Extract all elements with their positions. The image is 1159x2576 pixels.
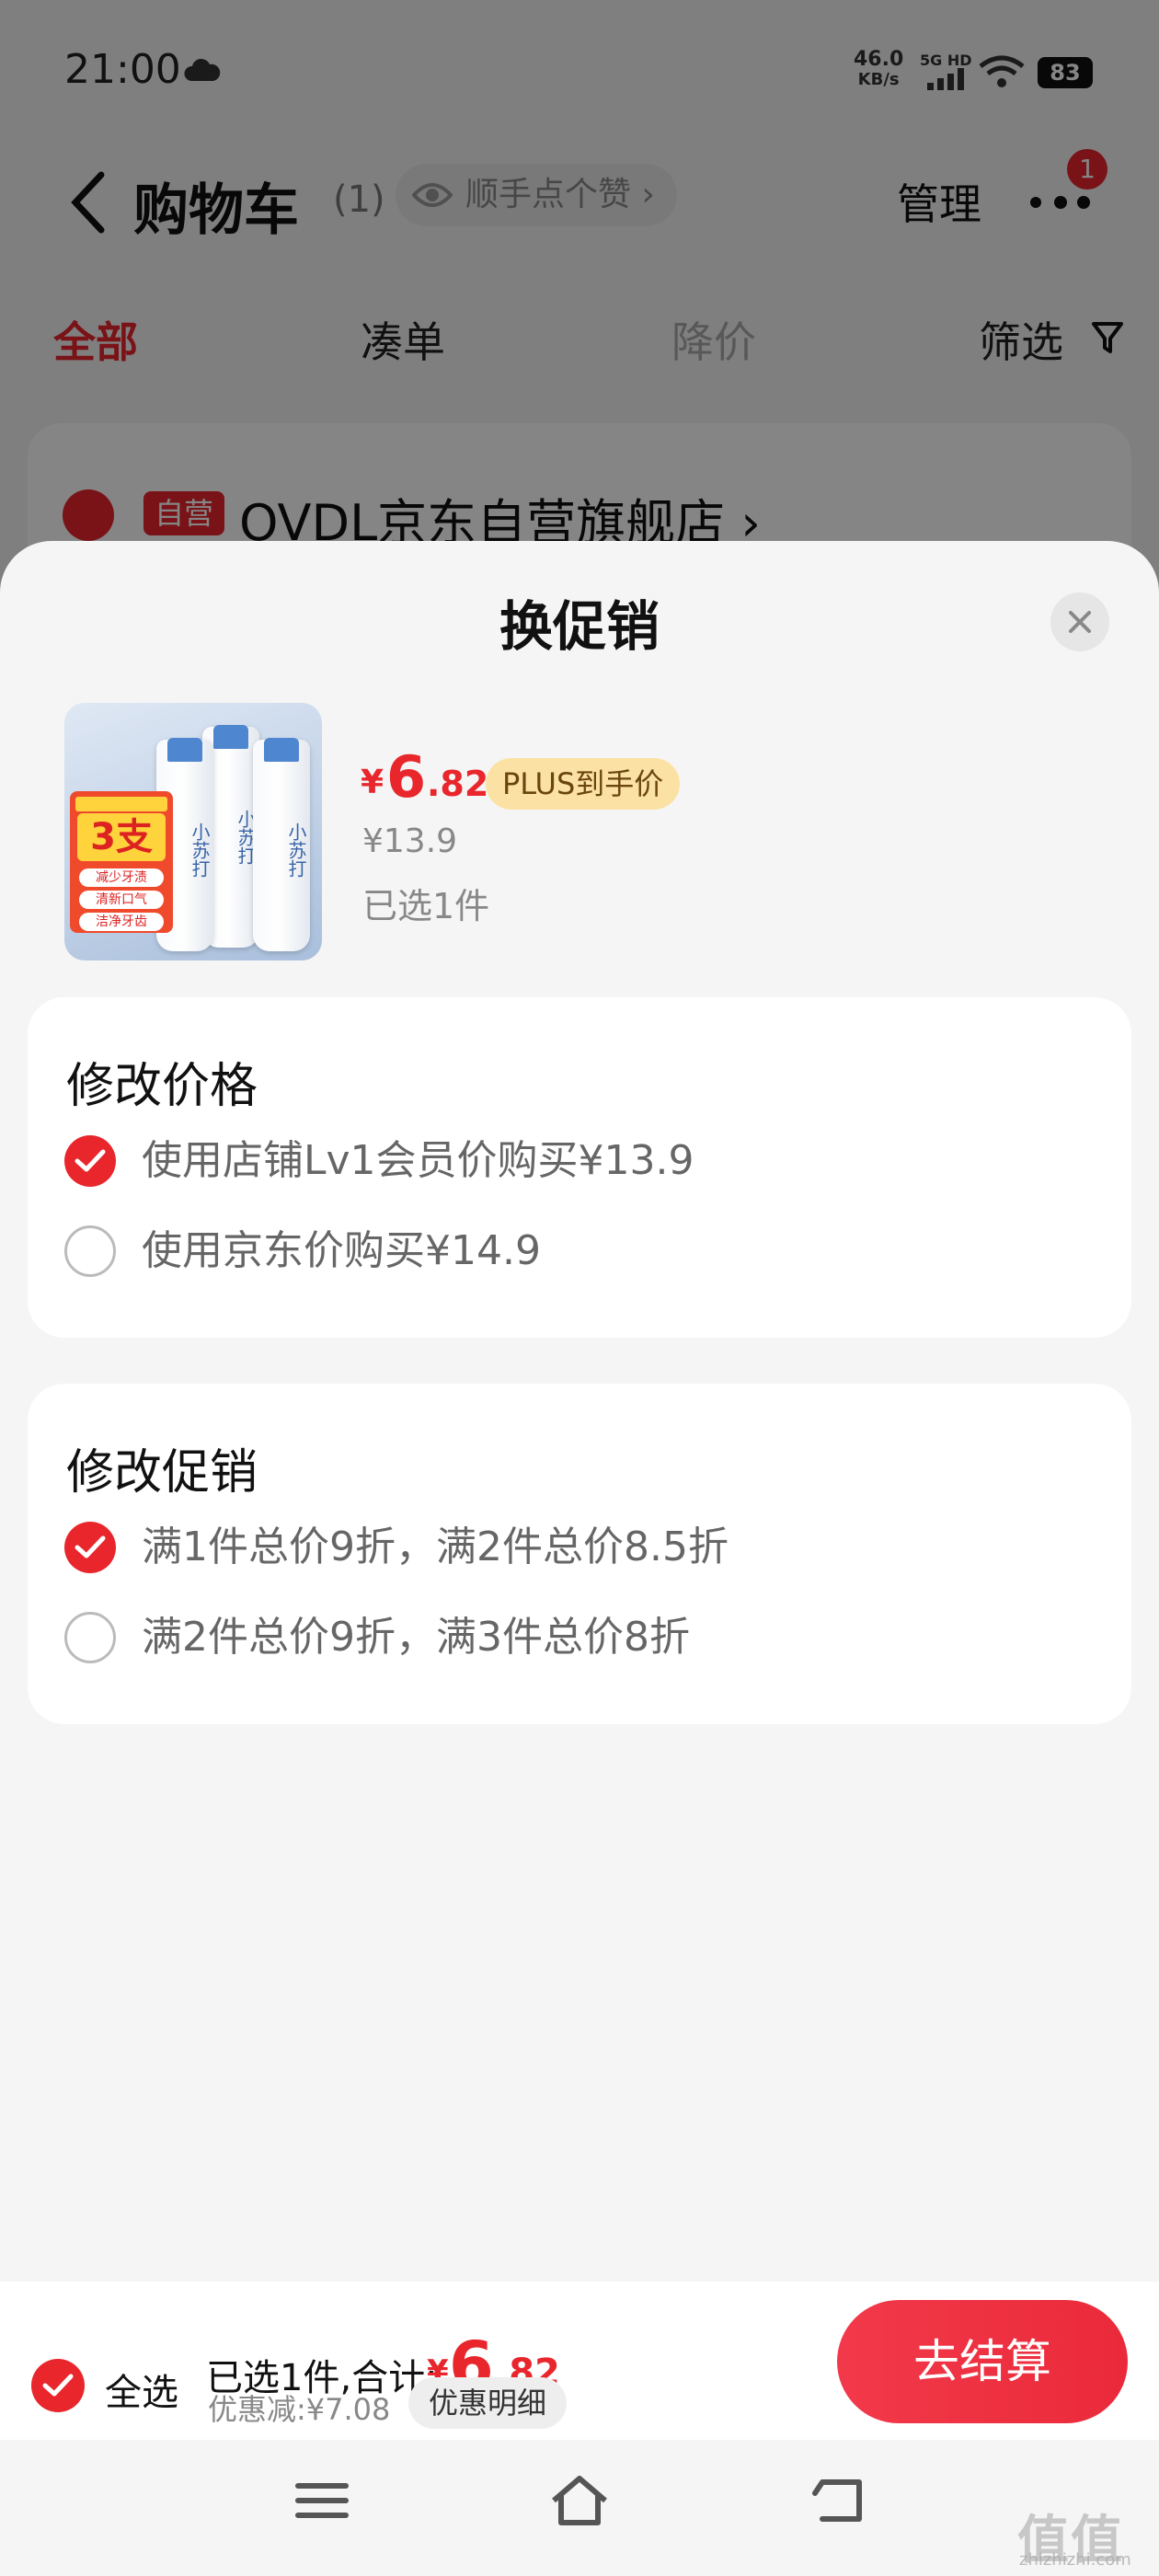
price-decimal: .82 bbox=[427, 764, 489, 804]
system-navigation-bar: 值值值 zhizhizhi.com bbox=[0, 2440, 1159, 2576]
sheet-title: 换促销 bbox=[499, 595, 660, 658]
change-promotion-sheet: 换促销 小苏打 小苏打 小苏打 3支 减少牙渍 清新口气 洁净牙齿 ¥ 6 .8… bbox=[0, 541, 1159, 2576]
option-label[interactable]: 使用京东价购买¥14.9 bbox=[142, 1225, 541, 1277]
home-icon[interactable] bbox=[548, 2473, 611, 2528]
pack-count: 3支 bbox=[77, 813, 166, 861]
tube-cap bbox=[264, 738, 299, 762]
promotion-section: 修改促销 满1件总价9折，满2件总价8.5折 满2件总价9折，满3件总价8折 bbox=[28, 1384, 1131, 1724]
tube-cap bbox=[167, 738, 202, 762]
discount-amount: 优惠减:¥7.08 bbox=[208, 2392, 391, 2427]
check-icon bbox=[75, 1149, 106, 1172]
checkout-button[interactable]: 去结算 bbox=[837, 2300, 1128, 2423]
check-icon bbox=[75, 1535, 106, 1558]
recent-apps-icon[interactable] bbox=[293, 2473, 351, 2528]
price-section-heading: 修改价格 bbox=[66, 1059, 258, 1114]
option-label[interactable]: 满1件总价9折，满2件总价8.5折 bbox=[142, 1522, 729, 1573]
close-icon bbox=[1069, 611, 1091, 633]
benefit-tag: 减少牙渍 bbox=[79, 868, 164, 887]
price-currency: ¥ bbox=[361, 764, 384, 801]
promotion-section-heading: 修改促销 bbox=[66, 1445, 258, 1501]
radio-unchecked[interactable] bbox=[64, 1612, 116, 1663]
select-all-checkbox[interactable] bbox=[31, 2359, 85, 2412]
checkout-bar: 全选 已选1件,合计: ¥ 6 .82 优惠减:¥7.08 优惠明细 去结算 bbox=[0, 2282, 1159, 2440]
plus-price-tag: PLUS到手价 bbox=[486, 758, 681, 810]
check-icon bbox=[42, 2374, 74, 2397]
benefit-tag: 洁净牙齿 bbox=[79, 913, 164, 931]
watermark-url: zhizhizhi.com bbox=[1019, 2550, 1131, 2570]
selected-count: 已选1件 bbox=[362, 886, 490, 926]
select-all-label[interactable]: 全选 bbox=[105, 2363, 178, 2416]
close-button[interactable] bbox=[1050, 592, 1109, 651]
radio-unchecked[interactable] bbox=[64, 1225, 116, 1277]
product-pack-badge: 3支 减少牙渍 清新口气 洁净牙齿 bbox=[70, 791, 173, 933]
product-tube: 小苏打 bbox=[253, 738, 310, 951]
discount-detail-button[interactable]: 优惠明细 bbox=[408, 2377, 568, 2429]
original-price: ¥13.9 bbox=[362, 822, 458, 860]
radio-checked[interactable] bbox=[64, 1135, 116, 1187]
price-section: 修改价格 使用店铺Lv1会员价购买¥13.9 使用京东价购买¥14.9 bbox=[28, 997, 1131, 1338]
option-label[interactable]: 使用店铺Lv1会员价购买¥13.9 bbox=[142, 1135, 694, 1187]
benefit-tag: 清新口气 bbox=[79, 891, 164, 909]
radio-checked[interactable] bbox=[64, 1522, 116, 1573]
badge-stripe bbox=[75, 797, 167, 811]
price-integer: 6 bbox=[386, 743, 427, 811]
product-image: 小苏打 小苏打 小苏打 3支 减少牙渍 清新口气 洁净牙齿 bbox=[64, 703, 322, 960]
option-label[interactable]: 满2件总价9折，满3件总价8折 bbox=[142, 1612, 690, 1663]
back-icon[interactable] bbox=[809, 2473, 868, 2528]
tube-label: 小苏打 bbox=[285, 822, 307, 878]
tube-cap bbox=[213, 725, 248, 749]
